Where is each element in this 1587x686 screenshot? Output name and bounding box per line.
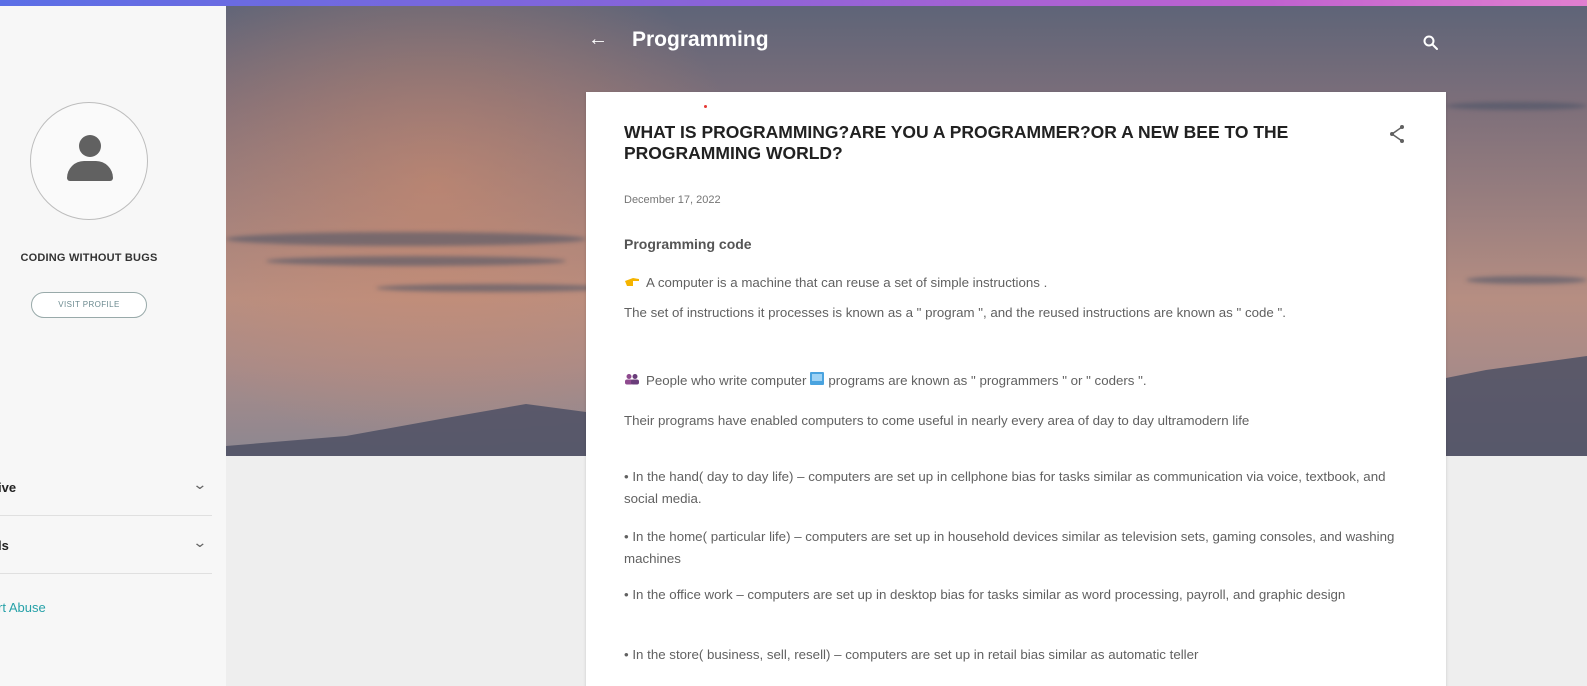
computer-icon xyxy=(810,370,825,392)
people-icon xyxy=(624,370,640,392)
chevron-down-icon: ⌄ xyxy=(192,476,208,492)
sidebar-item-labels[interactable]: ls ⌄ xyxy=(0,516,212,574)
cloud xyxy=(1446,102,1587,110)
post-card: WHAT IS PROGRAMMING?ARE YOU A PROGRAMMER… xyxy=(586,92,1446,686)
chevron-down-icon: ⌄ xyxy=(192,534,208,550)
paragraph-text: People who write computer xyxy=(646,373,807,388)
paragraph-text: A computer is a machine that can reuse a… xyxy=(646,275,1048,290)
paragraph: • In the office work – computers are set… xyxy=(624,587,1346,602)
paragraph: • In the store( business, sell, resell) … xyxy=(624,647,1199,662)
back-arrow-icon[interactable]: ← xyxy=(588,28,608,51)
avatar-body xyxy=(67,161,113,181)
paragraph: A computer is a machine that can reuse a… xyxy=(624,272,1404,294)
post-date: December 17, 2022 xyxy=(624,194,721,206)
sidebar-item-archive[interactable]: ive ⌄ xyxy=(0,458,212,516)
paragraph: • In the hand( day to day life) – comput… xyxy=(624,469,1386,506)
paragraph: People who write computer programs are k… xyxy=(624,370,1404,392)
indicator-dot xyxy=(704,105,707,108)
cloud xyxy=(226,232,586,246)
blog-name: CODING WITHOUT BUGS xyxy=(20,252,158,264)
paragraph: The set of instructions it processes is … xyxy=(624,305,1286,320)
sidebar: CODING WITHOUT BUGS VISIT PROFILE ive ⌄ … xyxy=(0,6,226,686)
top-gradient-strip xyxy=(0,0,1587,6)
search-icon[interactable] xyxy=(1422,34,1440,52)
avatar[interactable] xyxy=(30,102,148,220)
cloud xyxy=(266,256,566,266)
paragraph: • In the home( particular life) – comput… xyxy=(624,529,1395,566)
section-heading: Programming code xyxy=(624,236,752,252)
cloud xyxy=(1466,276,1587,284)
page-title: Programming xyxy=(632,28,769,51)
post-title[interactable]: WHAT IS PROGRAMMING?ARE YOU A PROGRAMMER… xyxy=(624,122,1324,164)
visit-profile-button[interactable]: VISIT PROFILE xyxy=(31,292,147,318)
sidebar-item-label: ive xyxy=(0,480,17,495)
sidebar-item-label: ls xyxy=(0,538,9,553)
paragraph-text: programs are known as " programmers " or… xyxy=(828,373,1147,388)
pointing-hand-icon xyxy=(624,272,640,294)
report-abuse-link[interactable]: rt Abuse xyxy=(0,600,46,615)
avatar-head xyxy=(79,135,101,157)
share-icon[interactable] xyxy=(1388,124,1406,144)
paragraph: Their programs have enabled computers to… xyxy=(624,413,1250,428)
